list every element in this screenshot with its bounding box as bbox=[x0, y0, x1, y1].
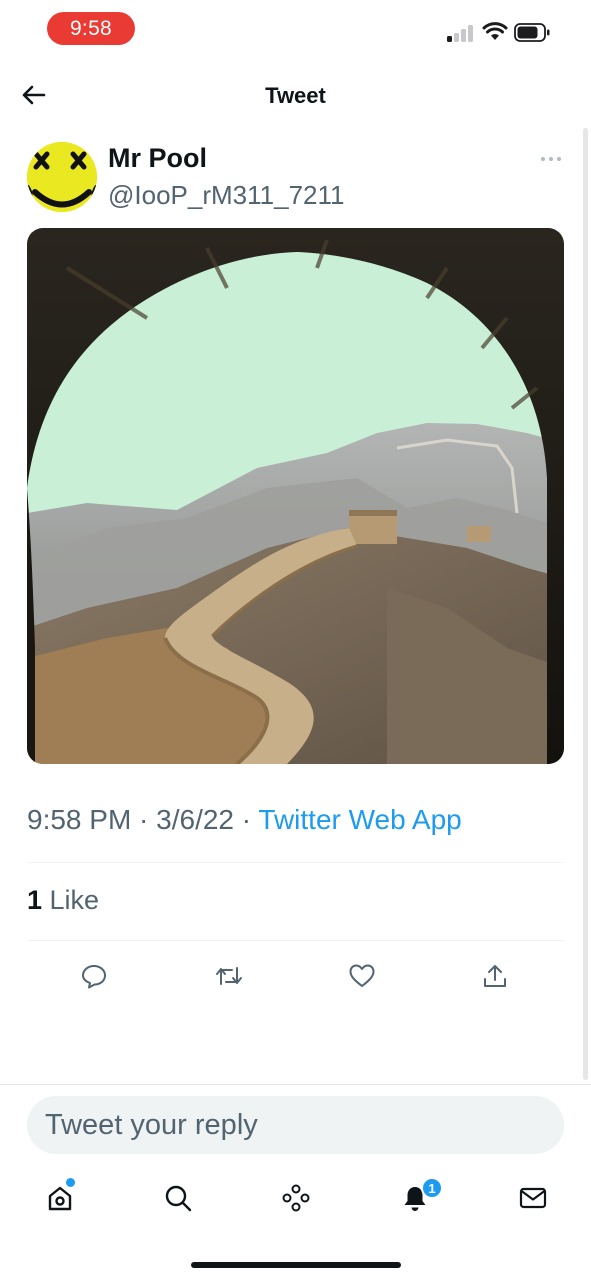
tweet-header: Tweet bbox=[0, 60, 591, 132]
notifications-badge: 1 bbox=[421, 1177, 443, 1199]
like-button[interactable] bbox=[344, 958, 380, 994]
likes-label: Like bbox=[42, 885, 100, 915]
scrollbar[interactable] bbox=[583, 128, 588, 1080]
reply-button[interactable] bbox=[76, 958, 112, 994]
reply-icon bbox=[82, 965, 106, 989]
status-bar: 9:58 bbox=[0, 0, 591, 60]
more-icon[interactable] bbox=[539, 150, 563, 168]
likes-number: 1 bbox=[27, 885, 43, 915]
nav-messages[interactable] bbox=[513, 1178, 553, 1218]
author-handle[interactable]: @IooP_rM311_7211 bbox=[108, 180, 344, 211]
divider bbox=[27, 940, 564, 941]
spaces-icon bbox=[282, 1184, 310, 1212]
like-icon bbox=[349, 964, 375, 987]
home-indicator[interactable] bbox=[191, 1262, 401, 1268]
divider bbox=[27, 862, 564, 863]
wifi-icon bbox=[482, 22, 508, 40]
tweet-source-link[interactable]: Twitter Web App bbox=[258, 804, 461, 835]
retweet-icon bbox=[216, 967, 242, 985]
share-icon bbox=[484, 965, 506, 987]
timestamp-text: 9:58 PM · 3/6/22 · bbox=[27, 804, 259, 835]
reply-input[interactable]: Tweet your reply bbox=[27, 1096, 564, 1154]
retweet-button[interactable] bbox=[211, 958, 247, 994]
divider bbox=[0, 1084, 591, 1085]
search-icon bbox=[165, 1185, 192, 1212]
avatar-yellow-face bbox=[27, 142, 97, 212]
messages-icon bbox=[519, 1187, 547, 1209]
battery-icon bbox=[514, 23, 550, 42]
status-time: 9:58 bbox=[47, 12, 135, 45]
home-unread-dot bbox=[66, 1178, 75, 1187]
nav-search[interactable] bbox=[158, 1178, 198, 1218]
tweet-timestamp: 9:58 PM · 3/6/22 · Twitter Web App bbox=[27, 804, 462, 836]
page-title: Tweet bbox=[265, 83, 326, 108]
signal-icon bbox=[447, 24, 475, 42]
tweet-image[interactable] bbox=[27, 228, 564, 764]
avatar[interactable] bbox=[27, 142, 97, 212]
likes-count[interactable]: 1 Like bbox=[27, 885, 99, 916]
author-display-name[interactable]: Mr Pool bbox=[108, 143, 207, 174]
share-button[interactable] bbox=[477, 958, 513, 994]
home-icon bbox=[48, 1186, 72, 1211]
nav-spaces[interactable] bbox=[276, 1178, 316, 1218]
